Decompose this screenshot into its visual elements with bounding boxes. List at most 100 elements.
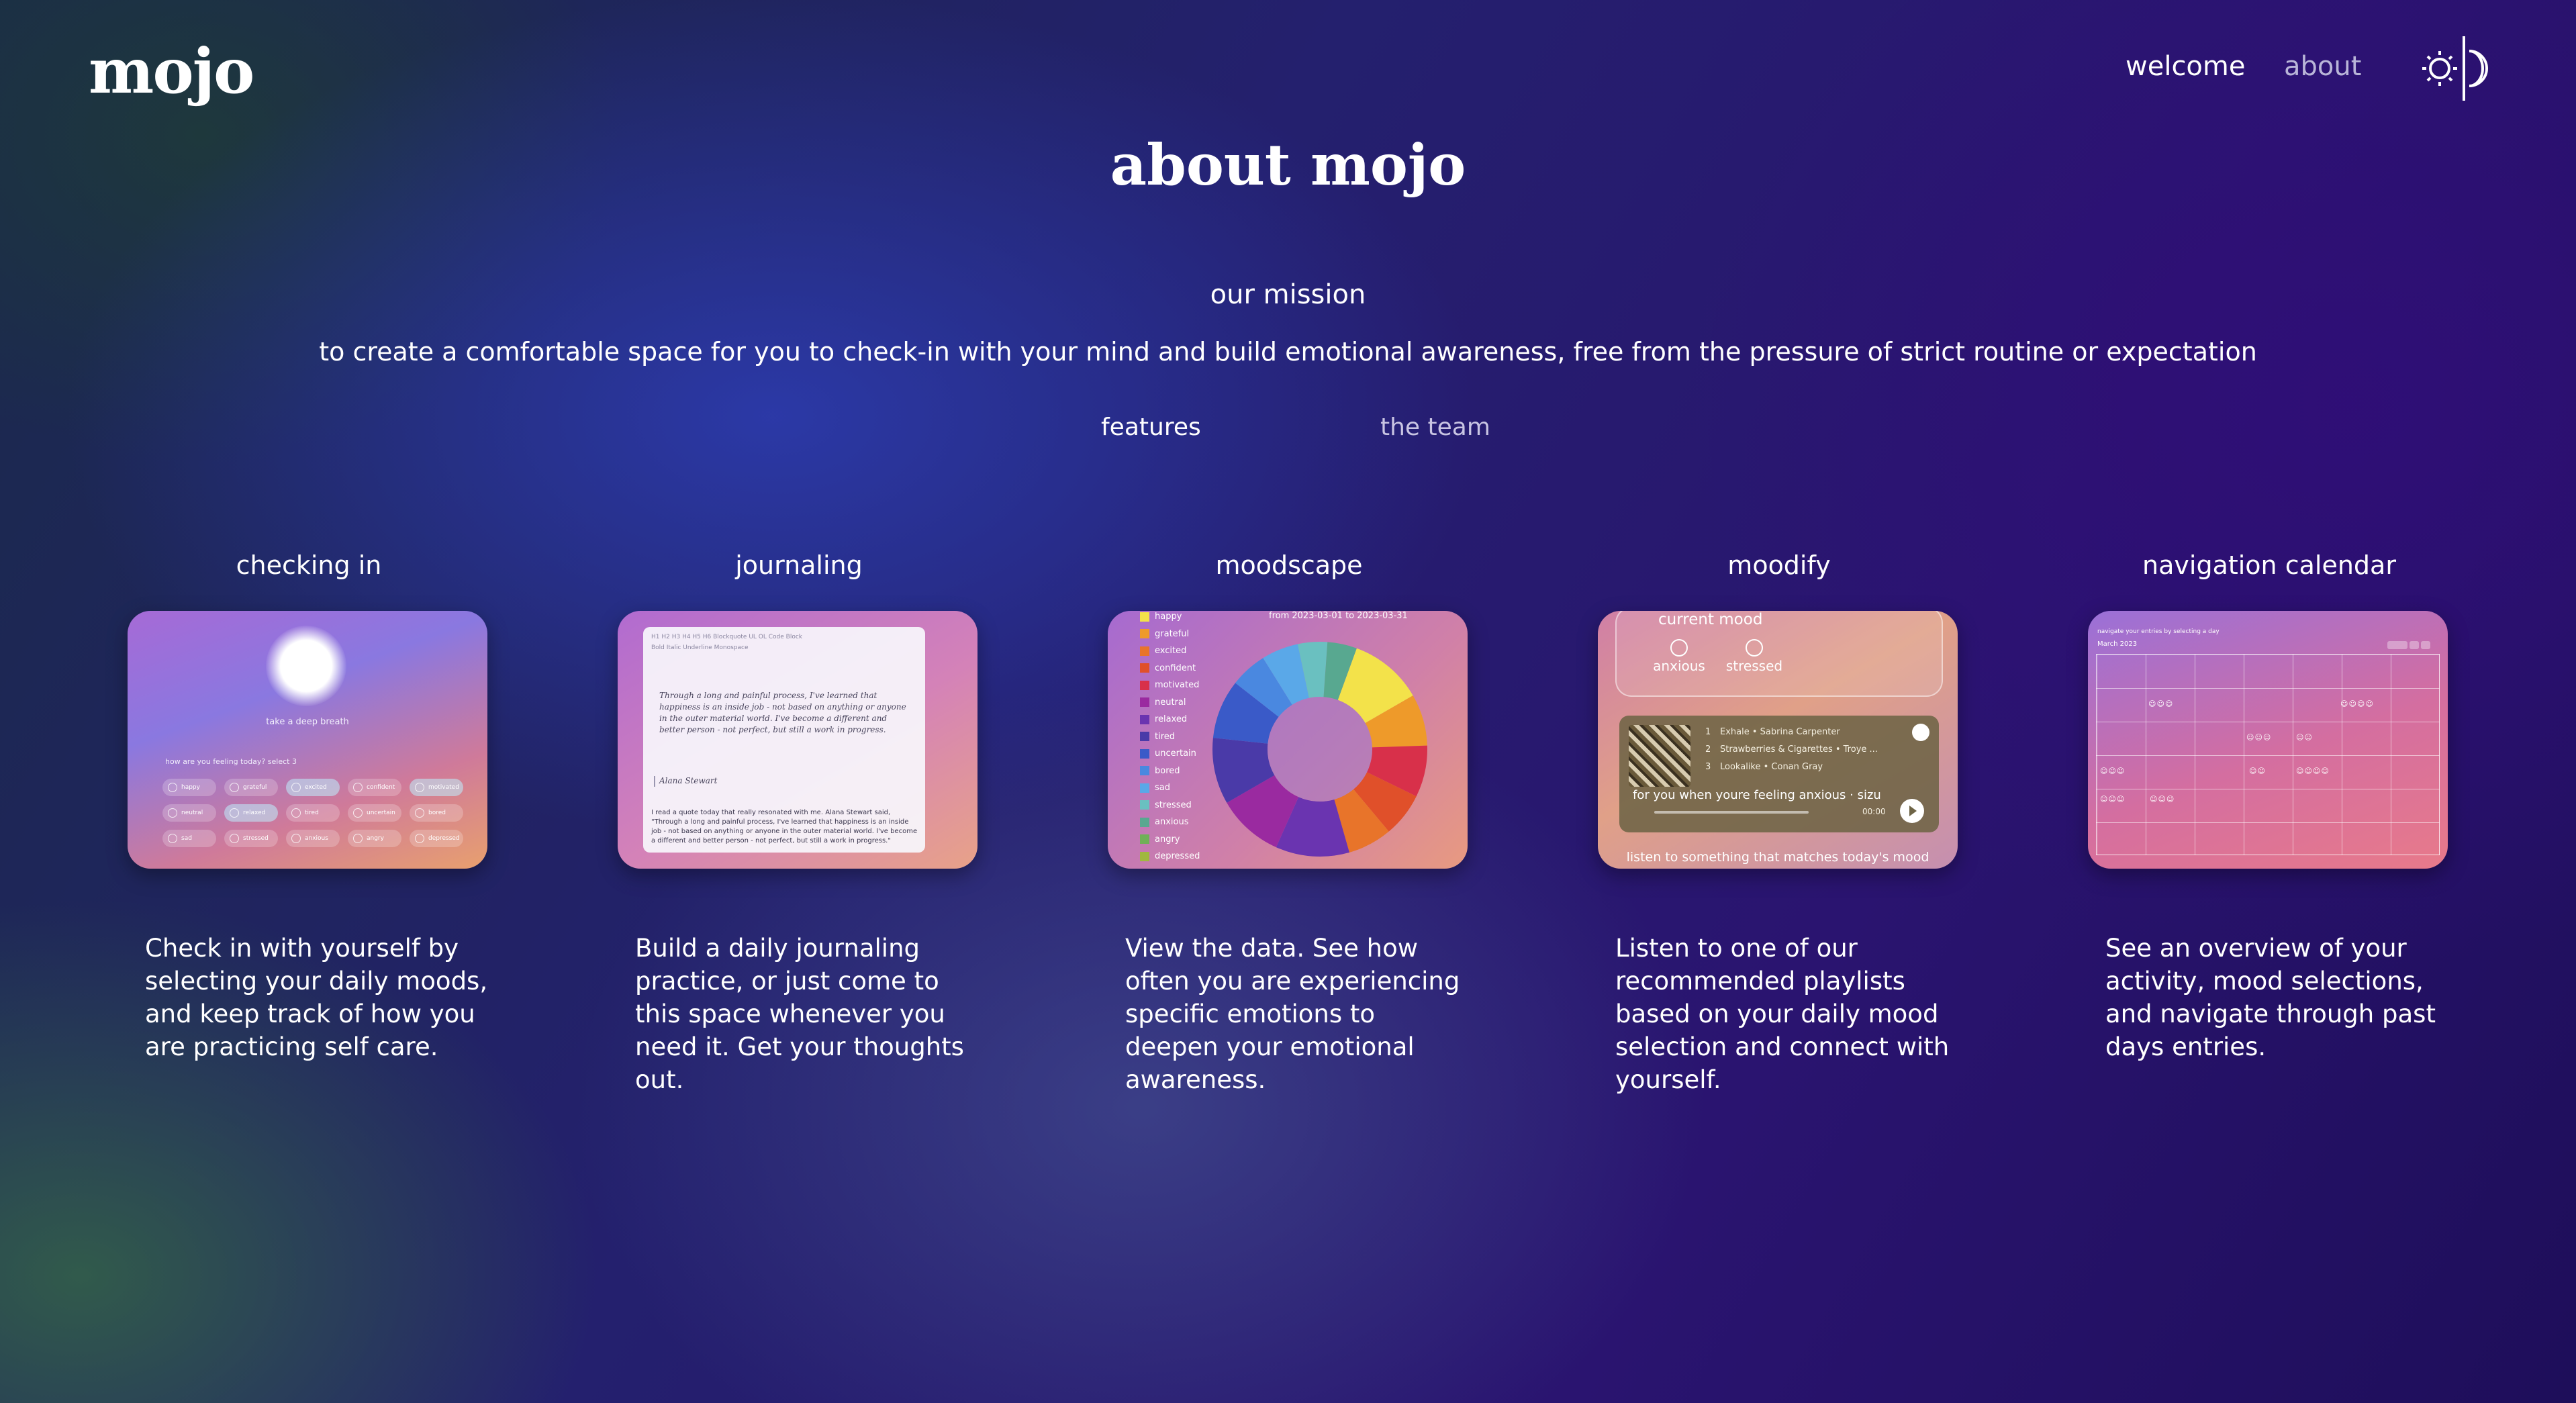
feature-description: Listen to one of our recommended playlis… [1615, 934, 1950, 1094]
legend-item: depressed [1140, 848, 1200, 865]
mood-chip: anxious [286, 830, 340, 847]
feature-moodify: moodify current mood anxious stressed 1E… [1598, 550, 1960, 1096]
spotify-icon [1912, 724, 1929, 741]
feature-description: Build a daily journaling practice, or ju… [635, 934, 964, 1094]
mood-marker: ☺☺ [2249, 767, 2266, 775]
mission-text: to create a comfortable space for you to… [319, 337, 2257, 367]
feature-checking-in: checking in take a deep breath how are y… [128, 550, 490, 1063]
mood-chip: neutral [162, 804, 216, 822]
mood-chip-grid: happy grateful excited confident motivat… [162, 779, 471, 847]
mood-marker: ☺☺☺☺ [2340, 699, 2374, 708]
journal-editor: H1 H2 H3 H4 H5 H6 Blockquote UL OL Code … [643, 627, 925, 853]
feature-navigation-calendar: navigation calendar navigate your entrie… [2088, 550, 2450, 1063]
playlist-name: for you when youre feeling anxious · siz… [1633, 788, 1881, 802]
mood-chip: excited [286, 779, 340, 796]
mood-chip: motivated [410, 779, 463, 796]
mood-question: how are you feeling today? select 3 [165, 757, 297, 766]
legend-item: happy [1140, 611, 1200, 626]
track-row: 1 Exhale • Sabrina Carpenter [1705, 727, 1840, 737]
breath-prompt: take a deep breath [266, 717, 349, 727]
moodify-preview: current mood anxious stressed 1 Exhale • … [1598, 611, 1958, 869]
feature-description: See an overview of your activity, mood s… [2105, 934, 2436, 1061]
legend-item: relaxed [1140, 711, 1200, 728]
mood-chip: confident [348, 779, 401, 796]
donut-hole [1268, 697, 1372, 802]
breathing-orb [266, 626, 346, 706]
legend-item: uncertain [1140, 745, 1200, 763]
moodscape-preview: from 2023-03-01 to 2023-03-31 happy grate… [1108, 611, 1468, 869]
sun-moon-icon [2422, 36, 2488, 101]
mood-chip: happy [162, 779, 216, 796]
playback-time: 00:00 [1862, 807, 1886, 816]
track-row: 2 Strawberries & Cigarettes • Troye ... [1705, 744, 1878, 755]
mood-chip: angry [348, 830, 401, 847]
calendar-nav-buttons [2387, 639, 2434, 649]
feature-title: checking in [236, 550, 382, 580]
checking-in-preview: take a deep breath how are you feeling t… [128, 611, 487, 869]
feature-journaling: journaling H1 H2 H3 H4 H5 H6 Blockquote … [618, 550, 980, 1096]
mood-marker: ☺☺☺ [2150, 795, 2175, 804]
mood-donut-chart [1212, 642, 1427, 857]
mood-chip: bored [410, 804, 463, 822]
spotify-player: 1 Exhale • Sabrina Carpenter 2 Strawberrie… [1619, 716, 1939, 832]
legend-item: angry [1140, 831, 1200, 849]
feature-title: navigation calendar [2142, 550, 2396, 580]
editor-toolbar: H1 H2 H3 H4 H5 H6 Blockquote UL OL Code … [651, 634, 802, 640]
mood-chip: uncertain [348, 804, 401, 822]
feature-title: moodscape [1215, 550, 1363, 580]
nav-about-link[interactable]: about [2284, 51, 2361, 82]
feature-description: View the data. See how often you are exp… [1125, 934, 1460, 1094]
legend-item: motivated [1140, 677, 1200, 694]
feature-title: journaling [735, 550, 863, 580]
mood-chip: depressed [410, 830, 463, 847]
mood-chip: relaxed [224, 804, 278, 822]
theme-toggle-button[interactable] [2417, 34, 2496, 103]
mood-chip: stressed [224, 830, 278, 847]
mood-chip: sad [162, 830, 216, 847]
stressed-face-icon [1746, 639, 1763, 657]
legend-item: sad [1140, 779, 1200, 797]
mood-marker: ☺☺☺ [2100, 795, 2126, 804]
moodify-caption: listen to something that matches today's… [1626, 850, 1929, 865]
calendar-hint: navigate your entries by selecting a day [2097, 628, 2220, 635]
track-list: 1 Exhale • Sabrina Carpenter 2 Strawberrie… [1705, 724, 1878, 776]
legend-item: excited [1140, 642, 1200, 660]
feature-moodscape: moodscape from 2023-03-01 to 2023-03-31 … [1108, 550, 1470, 1096]
tab-the-team[interactable]: the team [1380, 414, 1490, 441]
legend-item: anxious [1140, 814, 1200, 831]
mood-marker: ☺☺☺ [2100, 767, 2126, 775]
mood-marker: ☺☺☺☺ [2296, 767, 2330, 775]
mood-anxious: anxious [1642, 639, 1716, 674]
quote-author: Alana Stewart [653, 776, 718, 787]
track-row: 3 Lookalike • Conan Gray [1705, 762, 1823, 772]
legend-item: confident [1140, 660, 1200, 677]
mood-marker: ☺☺☺ [2246, 733, 2272, 742]
mood-marker: ☺☺☺ [2148, 699, 2174, 708]
tab-features[interactable]: features [1101, 414, 1201, 441]
journal-entry-text: I read a quote today that really resonat… [651, 809, 918, 844]
logo[interactable]: mojo [89, 35, 254, 107]
legend-item: bored [1140, 763, 1200, 780]
mood-stressed: stressed [1717, 639, 1791, 674]
legend-item: stressed [1140, 797, 1200, 814]
current-mood-label: current mood [1658, 611, 1763, 628]
album-art [1629, 725, 1690, 787]
page-title: about mojo [1110, 132, 1466, 198]
play-icon [1900, 799, 1924, 823]
current-mood-box: current mood anxious stressed [1615, 611, 1943, 697]
anxious-face-icon [1670, 639, 1688, 657]
date-range: from 2023-03-01 to 2023-03-31 [1269, 611, 1408, 621]
feature-title: moodify [1727, 550, 1831, 580]
mood-chip: grateful [224, 779, 278, 796]
journal-quote: Through a long and painful process, I've… [659, 691, 906, 734]
journaling-preview: H1 H2 H3 H4 H5 H6 Blockquote UL OL Code … [618, 611, 977, 869]
mood-chip: tired [286, 804, 340, 822]
feature-description: Check in with yourself by selecting your… [145, 934, 488, 1061]
nav-welcome-link[interactable]: welcome [2126, 51, 2245, 82]
calendar-preview: navigate your entries by selecting a day… [2088, 611, 2448, 869]
legend-item: neutral [1140, 694, 1200, 712]
legend-item: grateful [1140, 626, 1200, 643]
progress-bar [1654, 811, 1809, 814]
calendar-month: March 2023 [2097, 640, 2138, 648]
editor-toolbar: Bold Italic Underline Monospace [651, 644, 749, 651]
